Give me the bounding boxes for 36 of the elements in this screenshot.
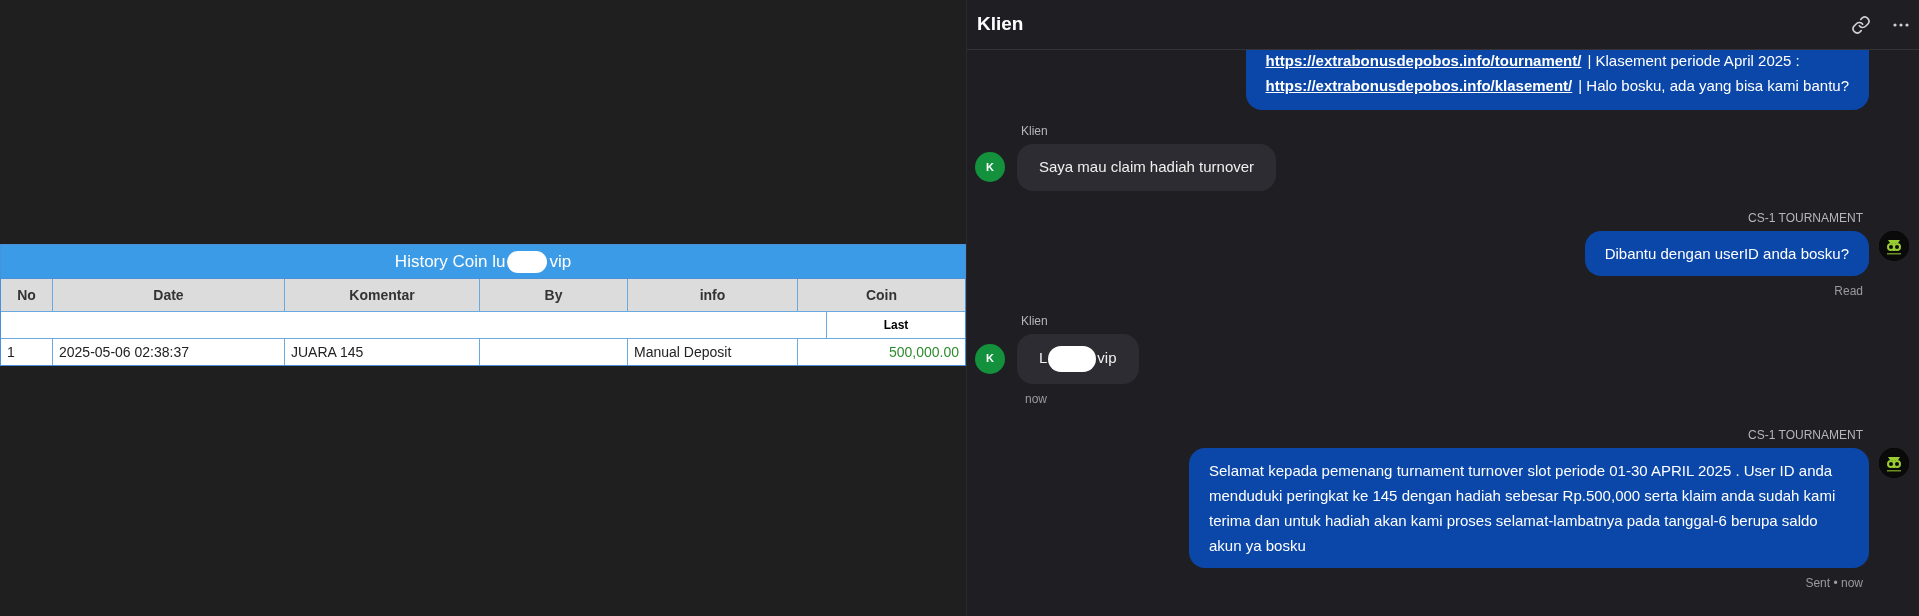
message-bubble: Selamat kepada pemenang turnament turnover slot periode 01-30 APRIL 2025 . User ID anda menduduki peringkat ke 145 dengan hadiah sebesar Rp.500,000 serta klaim anda sudah kami terima dan untuk hadiah akan kami proses selamat-lambatnya pada tanggal-6 berupa saldo akun ya bosku: [1189, 447, 1869, 568]
message-text: | Halo bosku, ada yang bisa kami bantu?: [1578, 77, 1849, 94]
column-header: Date: [53, 279, 285, 311]
table-title: History Coin lu: [394, 250, 506, 273]
message-time: now: [1025, 390, 1047, 408]
column-header: By: [480, 279, 628, 311]
column-header: No: [1, 279, 53, 311]
table-cell: JUARA 145: [285, 339, 480, 365]
column-header: Coin: [864, 285, 899, 305]
sender-name: CS-1 TOURNAMENT: [1748, 209, 1863, 227]
column-header: Komentar: [285, 279, 480, 311]
sender-name: CS-1 TOURNAMENT: [1748, 426, 1863, 444]
message-text: | Klasement periode April 2025 :: [1587, 52, 1800, 69]
logo-avatar-icon: [1879, 230, 1909, 261]
table-cell: Manual Deposit: [628, 339, 798, 365]
column-subheader: Last: [882, 317, 910, 334]
chat-title: Klien: [977, 12, 1024, 37]
column-header: info: [628, 279, 798, 311]
message-bubble: Dibantu dengan userID anda bosku?: [1584, 230, 1869, 276]
message-status: Sent • now: [1805, 574, 1863, 592]
avatar: K: [975, 343, 1005, 374]
table-cell: 2025-05-06 02:38:37: [53, 339, 285, 365]
message-link[interactable]: https://extrabonusdepobos.info/tournament/: [1265, 52, 1582, 69]
message-status: Read: [1834, 282, 1863, 300]
message-bubble: Saya mau claim hadiah turnover: [1017, 144, 1277, 191]
message-link[interactable]: https://extrabonusdepobos.info/klasement/: [1265, 77, 1573, 94]
table-cell: 1: [1, 339, 53, 365]
message-text: vip: [1097, 348, 1117, 369]
table-cell-text: 500,000.00: [887, 342, 960, 362]
avatar: K: [975, 152, 1005, 183]
sender-name: Klien: [1021, 123, 1048, 140]
table-title: vip: [549, 250, 572, 273]
sender-name: Klien: [1021, 312, 1048, 330]
message-text: L: [1039, 348, 1048, 369]
link-icon[interactable]: [1851, 14, 1871, 35]
logo-avatar-icon: [1879, 447, 1909, 478]
